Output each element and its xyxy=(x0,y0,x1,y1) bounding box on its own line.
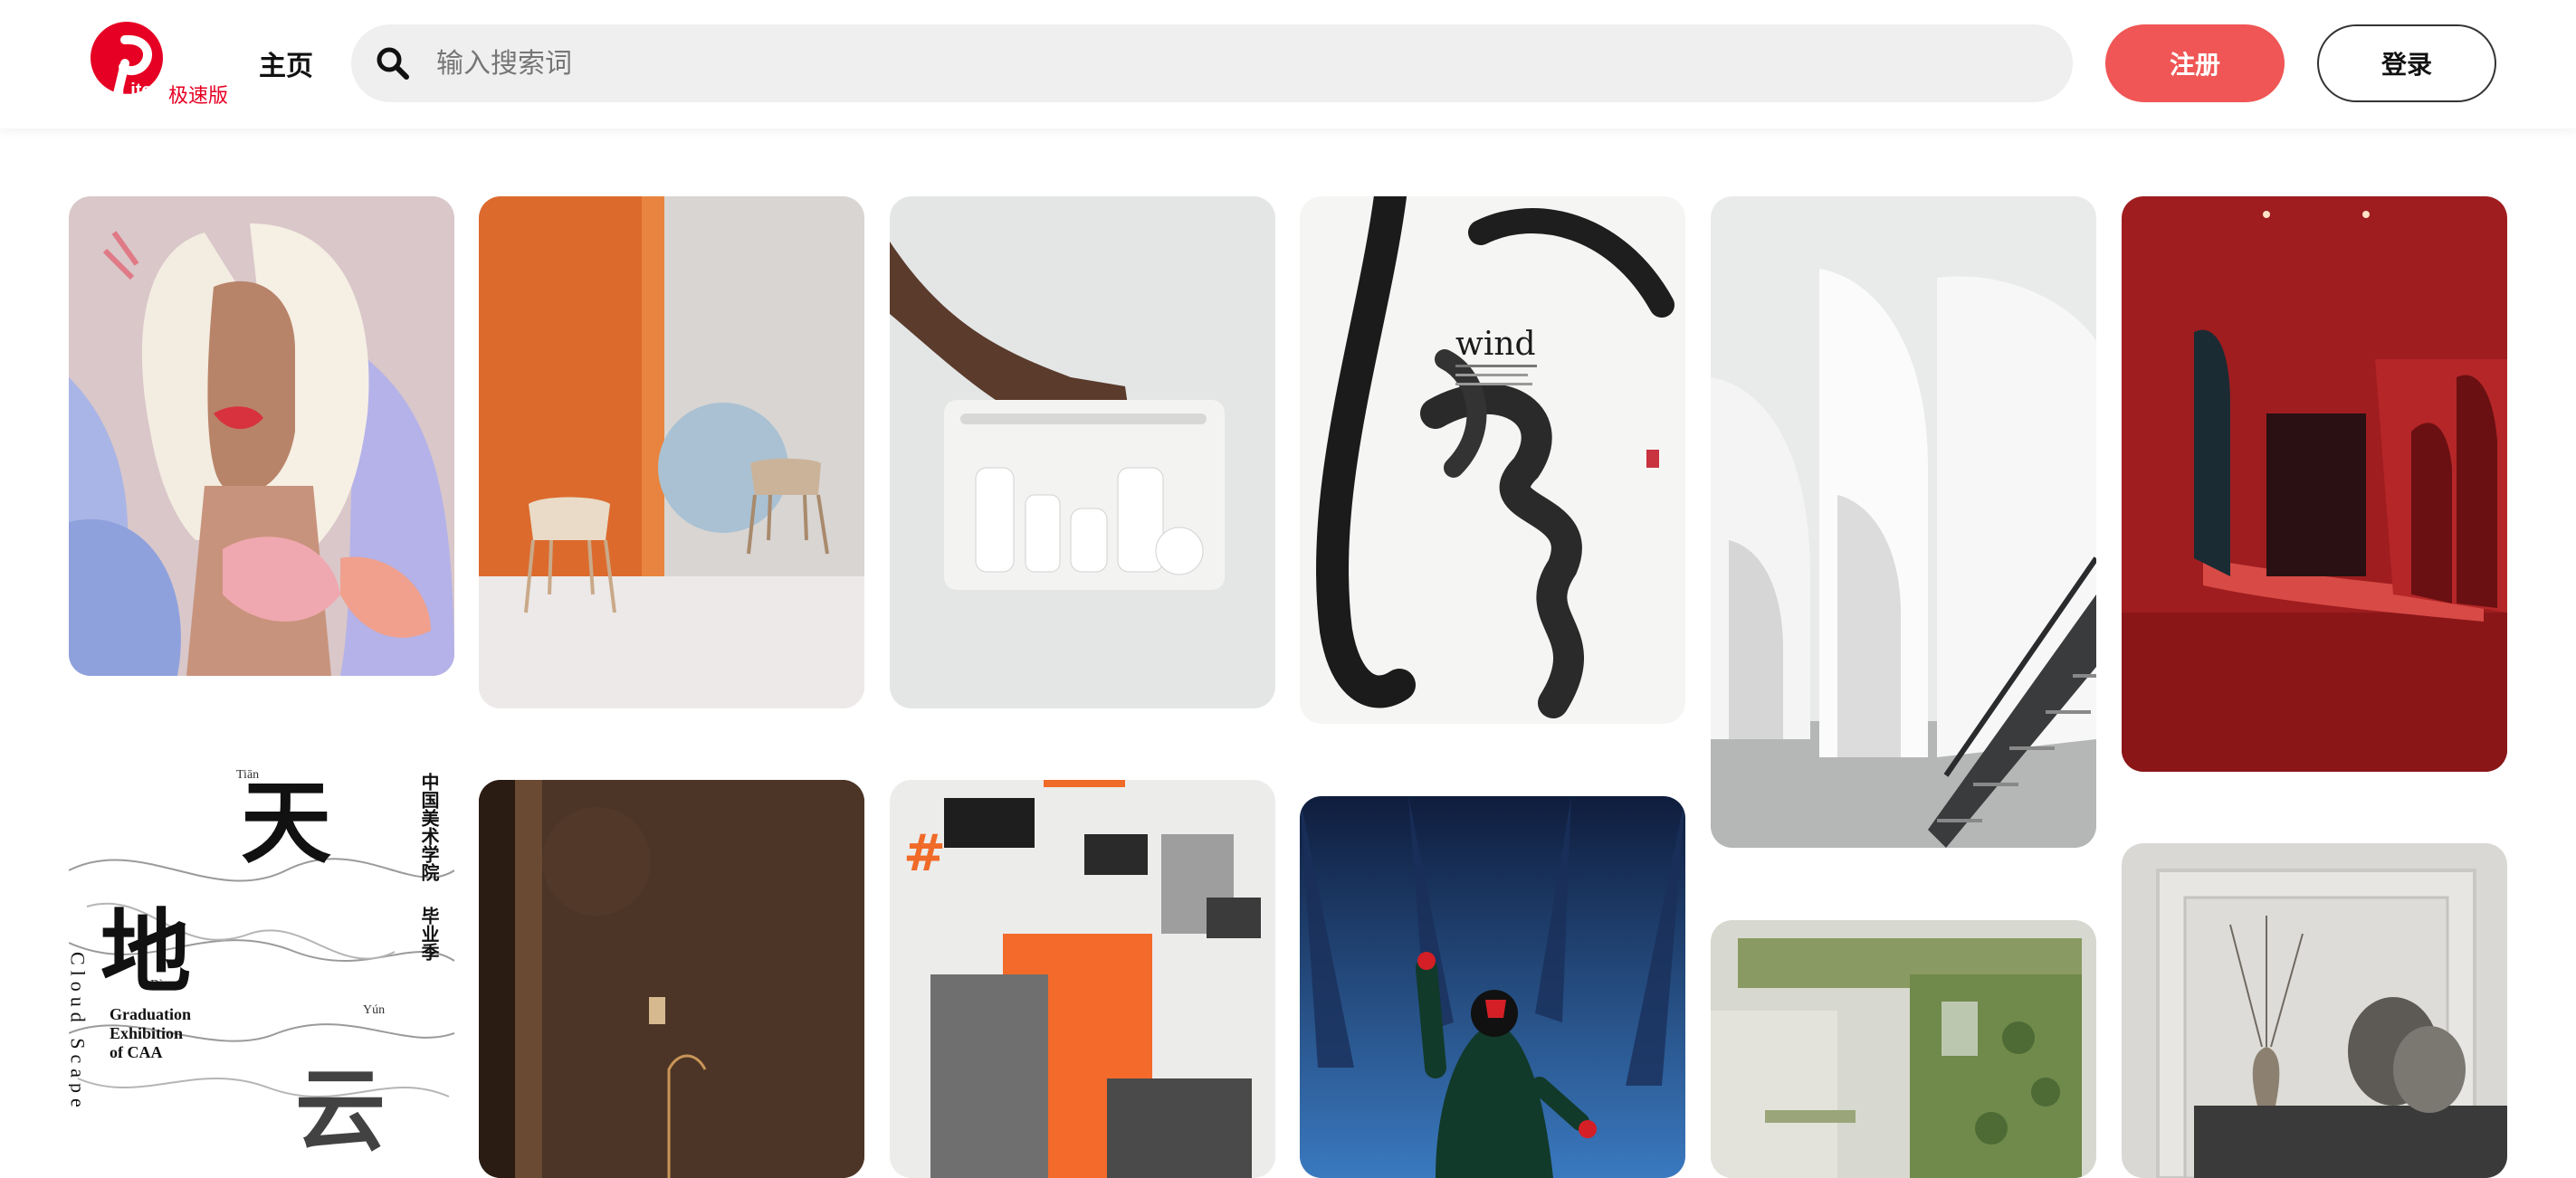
pin-card[interactable] xyxy=(890,196,1275,708)
pin-card[interactable] xyxy=(1711,196,2096,848)
white-arch-stairs-image xyxy=(1711,196,2096,848)
pinterest-lite-logo-icon: Lite xyxy=(91,22,163,105)
pin-card[interactable] xyxy=(479,196,864,708)
pin-card[interactable] xyxy=(2122,196,2507,772)
top-header: Lite 极速版 主页 注册 登录 xyxy=(0,0,2576,128)
pin-text: Yún xyxy=(363,1003,385,1017)
pin-text: wind xyxy=(1455,326,1536,363)
vase-plates-image xyxy=(2122,843,2507,1178)
pin-text: of CAA xyxy=(110,1043,163,1061)
login-button[interactable]: 登录 xyxy=(2317,24,2496,102)
pin-text: 毕业季 xyxy=(418,907,440,961)
search-input[interactable] xyxy=(436,24,2047,102)
pin-text: 天 xyxy=(241,770,331,876)
pin-card[interactable] xyxy=(1300,796,1685,1178)
nike-collage-image: # xyxy=(890,780,1275,1178)
pin-card[interactable] xyxy=(1711,920,2096,1178)
illustrated-woman-image xyxy=(69,196,454,676)
red-corridor-image xyxy=(2122,196,2507,772)
pin-card[interactable]: wind xyxy=(1300,196,1685,724)
pin-card[interactable]: # xyxy=(890,780,1275,1178)
search-bar[interactable] xyxy=(351,24,2073,102)
svg-text:Lite: Lite xyxy=(119,81,152,100)
pin-text: Exhibition xyxy=(110,1024,183,1042)
pin-card[interactable] xyxy=(69,196,454,676)
pin-card[interactable] xyxy=(2122,843,2507,1178)
nav-home-link[interactable]: 主页 xyxy=(259,43,313,83)
spider-man-city-image xyxy=(1300,796,1685,1178)
aerial-garden-image xyxy=(1711,920,2096,1178)
dark-interior-lamp-image xyxy=(479,780,864,1178)
pin-card[interactable] xyxy=(479,780,864,1178)
pin-text: # xyxy=(903,824,946,883)
logo-edition-label: 极速版 xyxy=(168,85,229,108)
app-logo[interactable]: Lite 极速版 xyxy=(89,22,234,109)
wind-calligraphy-image: wind xyxy=(1300,196,1685,724)
pin-text: Cloud Scape xyxy=(69,952,90,1113)
caa-graduation-poster-image: Tiān 天 Dì 地 Yún 云 Graduation Exhibition … xyxy=(69,762,454,1178)
pin-card[interactable]: Tiān 天 Dì 地 Yún 云 Graduation Exhibition … xyxy=(69,762,454,1178)
pin-text: 中国美术学院 xyxy=(418,772,440,882)
white-packaging-image xyxy=(890,196,1275,708)
orange-wall-chairs-image xyxy=(479,196,864,708)
search-icon xyxy=(375,45,411,85)
signup-button[interactable]: 注册 xyxy=(2105,24,2285,102)
pin-text: 云 xyxy=(295,1058,386,1164)
pin-text: Graduation xyxy=(110,1005,191,1023)
pin-text: 地 xyxy=(100,899,191,1005)
